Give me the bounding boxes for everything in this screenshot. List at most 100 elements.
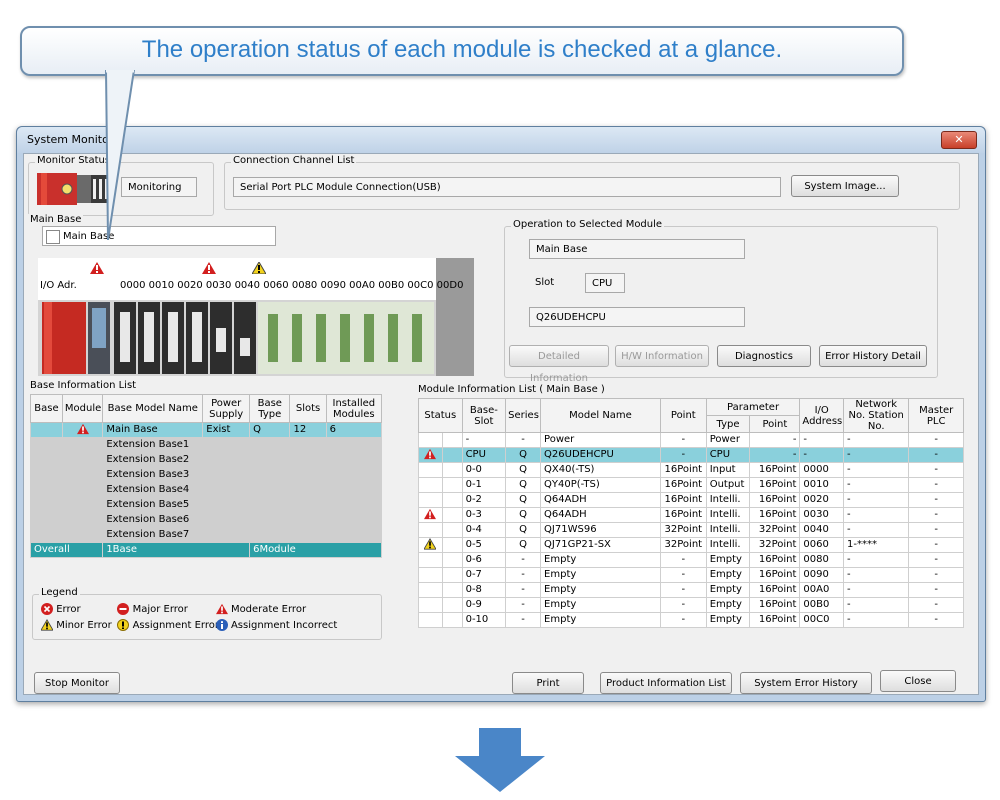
minor-error-icon: [252, 262, 266, 274]
moderate-error-icon: [424, 448, 437, 460]
cell: 0-5: [461, 537, 507, 553]
cell: Q64ADH: [540, 507, 661, 523]
legend-group: Legend Error Major Error Moderate Error …: [32, 587, 382, 640]
cell: -: [659, 447, 707, 463]
cell: Empty: [705, 552, 751, 568]
base-information-title: Base Information List: [28, 380, 139, 391]
cell: 16Point: [749, 462, 801, 478]
io-address: 0090: [320, 280, 346, 291]
cell: -: [908, 447, 964, 463]
print-button[interactable]: Print: [512, 672, 584, 694]
table-row[interactable]: CPU Q Q26UDEHCPU - CPU - - - -: [418, 447, 964, 463]
selected-base-field: Main Base: [529, 239, 745, 259]
table-row[interactable]: 0-0 Q QX40(-TS) 16Point Input 16Point 0000- -: [418, 462, 964, 478]
table-row[interactable]: 0-10- Empty - Empty 16Point 00C0- -: [418, 612, 964, 628]
cell: 0040: [799, 522, 845, 538]
cell: CPU: [705, 447, 751, 463]
assignment-error-icon: [117, 619, 130, 631]
cell: Power: [540, 432, 661, 448]
table-row[interactable]: Extension Base6: [30, 512, 383, 528]
cell: -: [659, 567, 707, 583]
cell: Q64ADH: [540, 492, 661, 508]
column-header[interactable]: Network No. Station No.: [843, 398, 910, 433]
table-row[interactable]: 0-7- Empty - Empty 16Point 0090- -: [418, 567, 964, 583]
total-row[interactable]: Overall 1Base 6Module: [29, 542, 382, 558]
table-row[interactable]: 0-9- Empty - Empty 16Point 00B0- -: [418, 597, 964, 613]
cell: Intelli.: [705, 537, 751, 553]
table-row[interactable]: Extension Base4: [30, 482, 383, 498]
table-row[interactable]: 0-6- Empty - Empty 16Point 0080- -: [418, 552, 964, 568]
column-header[interactable]: Module: [61, 394, 104, 423]
column-header[interactable]: Base: [30, 394, 63, 423]
cell: -: [908, 522, 964, 538]
cell: 0-1: [461, 477, 507, 493]
connection-channel-field: Serial Port PLC Module Connection(USB): [233, 177, 781, 197]
cell: -: [843, 597, 910, 613]
table-row[interactable]: 0-8- Empty - Empty 16Point 00A0- -: [418, 582, 964, 598]
cell: -: [659, 597, 707, 613]
major-error-icon: [117, 603, 130, 615]
hw-information-button[interactable]: H/W Information: [615, 345, 709, 367]
column-header[interactable]: Type: [705, 415, 751, 433]
status-cell: [418, 477, 443, 493]
legend-label: Assignment Error: [132, 620, 219, 631]
table-row[interactable]: Extension Base3: [30, 467, 383, 483]
detailed-information-button[interactable]: Detailed Information: [509, 345, 609, 384]
column-header[interactable]: Master PLC: [908, 398, 964, 433]
column-header[interactable]: Installed Modules: [325, 394, 383, 423]
cell: 0-9: [461, 597, 507, 613]
cell: -: [908, 552, 964, 568]
diagnostics-button[interactable]: Diagnostics: [717, 345, 811, 367]
cell: -: [843, 612, 910, 628]
table-row[interactable]: Extension Base5: [30, 497, 383, 513]
cell: 0-4: [461, 522, 507, 538]
system-monitor-window: System Monitor ✕ Monitor Status Monitori…: [16, 126, 986, 702]
main-base-selector[interactable]: Main Base: [42, 226, 276, 246]
table-row[interactable]: 0-5 Q QJ71GP21-SX 32Point Intelli. 32Point 006…: [418, 537, 964, 553]
legend-label: Error: [56, 604, 81, 615]
status-cell: [418, 462, 443, 478]
legend-row-2: Minor Error Assignment Error Assignment …: [41, 619, 337, 631]
table-row[interactable]: 0-4 Q QJ71WS96 32Point Intelli. 32Point 0040- -: [418, 522, 964, 538]
table-row[interactable]: Extension Base2: [30, 452, 383, 468]
cell: Empty: [705, 582, 751, 598]
column-header[interactable]: Base Type: [249, 394, 291, 423]
column-header[interactable]: Parameter: [705, 398, 801, 416]
cell: Empty: [540, 612, 661, 628]
cell: 0-10: [461, 612, 507, 628]
cell: Empty: [705, 597, 751, 613]
column-header[interactable]: Point: [659, 398, 707, 433]
table-row[interactable]: Main Base Exist Q 12 6: [30, 422, 383, 438]
column-header[interactable]: Base-Slot: [461, 398, 507, 433]
cell: 16Point: [749, 597, 801, 613]
status-cell: [418, 582, 443, 598]
stop-monitor-button[interactable]: Stop Monitor: [34, 672, 120, 694]
close-window-button[interactable]: ✕: [941, 131, 977, 149]
main-base-checkbox[interactable]: [46, 230, 60, 244]
table-row[interactable]: Extension Base1: [30, 437, 383, 453]
column-header[interactable]: Model Name: [540, 398, 661, 433]
column-header[interactable]: Power Supply: [202, 394, 251, 423]
table-row[interactable]: 0-3 Q Q64ADH 16Point Intelli. 16Point 0030- -: [418, 507, 964, 523]
column-header[interactable]: Slots: [289, 394, 327, 423]
column-header[interactable]: Base Model Name: [102, 394, 204, 423]
column-header[interactable]: Status: [418, 398, 463, 433]
table-row[interactable]: Extension Base7: [30, 527, 383, 543]
table-row[interactable]: 0-2 Q Q64ADH 16Point Intelli. 16Point 0020- -: [418, 492, 964, 508]
cell: 16Point: [659, 507, 707, 523]
column-header[interactable]: Series: [505, 398, 542, 433]
cell: QJ71WS96: [540, 522, 661, 538]
table-row[interactable]: 0-1 Q QY40P(-TS) 16Point Output 16Point 0010- -: [418, 477, 964, 493]
column-header[interactable]: I/O Address: [799, 398, 845, 433]
product-information-list-button[interactable]: Product Information List: [600, 672, 732, 694]
main-base-title: Main Base: [28, 214, 84, 225]
system-image-button[interactable]: System Image...: [791, 175, 899, 197]
system-error-history-button[interactable]: System Error History: [740, 672, 872, 694]
cell: 00B0: [799, 597, 845, 613]
table-row[interactable]: - - Power - Power - - - -: [418, 432, 964, 448]
cell: 0010: [799, 477, 845, 493]
column-header[interactable]: Point: [749, 415, 801, 433]
close-button[interactable]: Close: [880, 670, 956, 692]
error-history-detail-button[interactable]: Error History Detail: [819, 345, 927, 367]
cell: 0-2: [461, 492, 507, 508]
